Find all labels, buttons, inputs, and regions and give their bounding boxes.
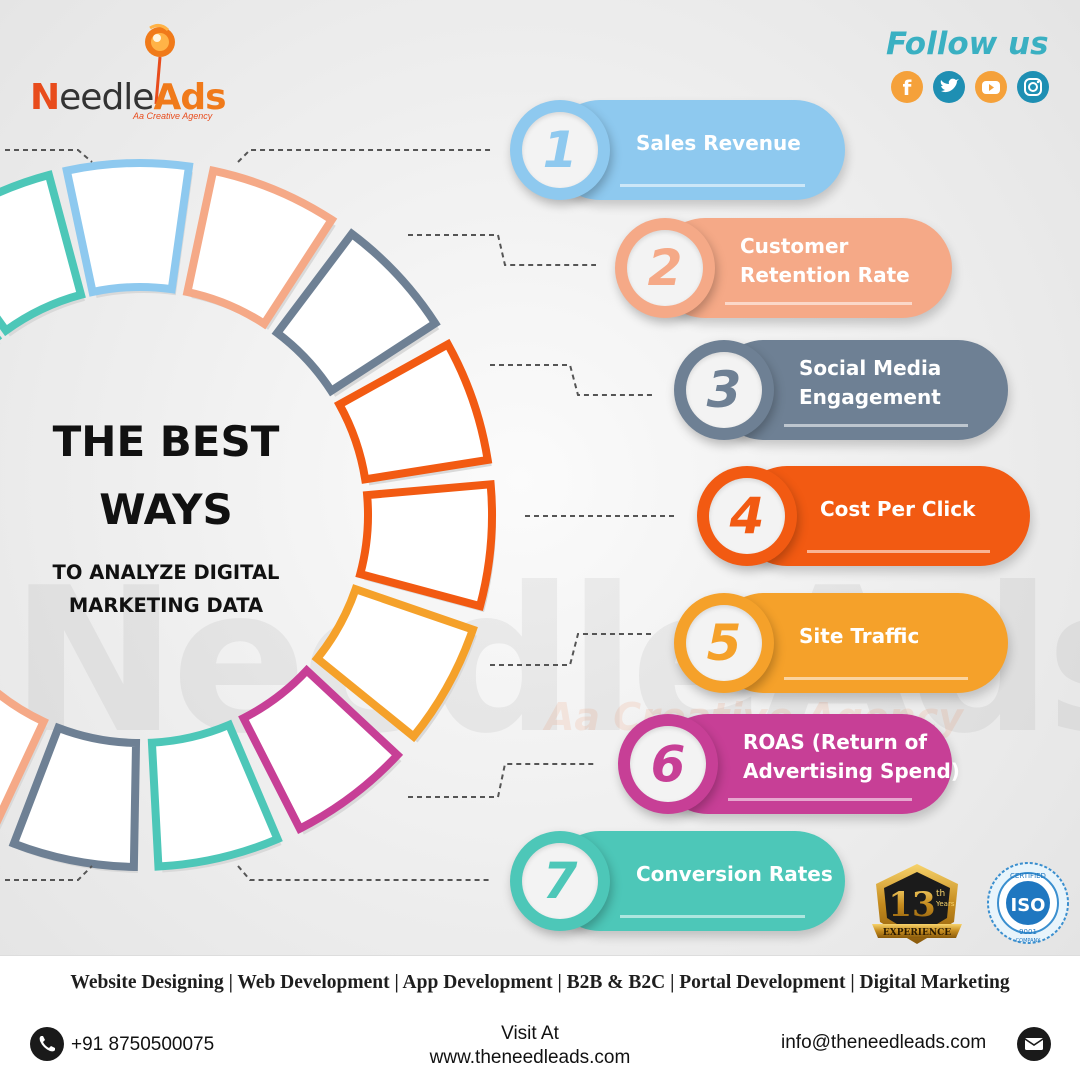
metric-item-2: 2 Customer Retention Rate [615,218,952,318]
metric-item-4: 4 Cost Per Click [697,466,1030,566]
metric-number-circle: 7 [510,831,610,931]
metric-number: 1 [542,121,578,179]
mail-icon[interactable] [1017,1027,1051,1061]
metric-label: Customer Retention Rate [740,232,910,290]
metric-number-circle: 4 [697,466,797,566]
iso-bottom-text: COMPANY [1016,938,1042,944]
metric-label-line-2: Engagement [799,385,941,409]
metric-number: 2 [647,239,683,297]
metric-pill-stripe [725,302,912,305]
metric-pill-stripe [807,550,990,553]
phone-number[interactable]: +91 8750500075 [71,1034,214,1056]
headline-line-1: THE BEST [52,417,280,466]
facebook-icon[interactable]: f [891,71,923,103]
metric-label-line-1: Customer [740,234,849,258]
youtube-icon[interactable] [975,71,1007,103]
metric-pill-stripe [620,184,805,187]
subtitle-line-1: TO ANALYZE DIGITAL [52,561,280,584]
metric-number-circle: 3 [674,340,774,440]
visit-label: Visit At [501,1023,559,1044]
metric-pill-stripe [620,915,805,918]
instagram-icon[interactable] [1017,71,1049,103]
iso-badge: ISO CERTIFIED 9001 COMPANY [987,862,1069,944]
follow-us-label: Follow us [886,26,1049,62]
metric-item-1: 1 Sales Revenue [510,100,845,200]
metric-label: Social Media Engagement [799,354,941,412]
connector-line [237,149,492,163]
metric-number: 4 [729,487,765,545]
visit-block: Visit At www.theneedleads.com [380,1022,680,1070]
metric-label: Cost Per Click [820,495,975,524]
metric-number-circle: 2 [615,218,715,318]
connector-line [490,364,652,396]
subtitle-line-2: MARKETING DATA [68,594,264,617]
experience-badge: 13 th Years EXPERIENCE [872,864,962,944]
headline-line-2: WAYS [99,485,233,534]
logo-tagline: Aa Creative Agency [133,111,213,121]
connector-line [490,633,652,666]
metric-pill-stripe [728,798,912,801]
headline-subtitle: TO ANALYZE DIGITAL MARKETING DATA [30,556,302,622]
metric-item-5: 5 Site Traffic [674,593,1008,693]
metric-number-circle: 5 [674,593,774,693]
metric-label-line-1: Social Media [799,356,942,380]
metric-label: Conversion Rates [636,860,833,889]
metric-number-circle: 1 [510,100,610,200]
metric-label-line-2: Retention Rate [740,263,910,287]
metric-item-6: 6 ROAS (Return of Advertising Spend) [618,714,960,814]
metric-pill-stripe [784,677,968,680]
experience-number: 13 [888,885,935,925]
metric-label-line-1: Conversion Rates [636,862,833,886]
connector-line [408,234,596,266]
connector-line [5,865,93,881]
needleads-logo[interactable]: NeedleAds Aa Creative Agency [30,22,250,122]
twitter-icon[interactable] [933,71,965,103]
metric-number: 5 [706,614,742,672]
experience-years: Years [935,900,955,908]
metric-label-line-1: ROAS (Return of [743,730,928,754]
services-list: Website Designing | Web Development | Ap… [70,972,1010,993]
iso-num-text: 9001 [1019,928,1037,936]
metric-label: ROAS (Return of Advertising Spend) [743,728,960,786]
iso-top-text: CERTIFIED [1010,872,1046,880]
ring-segment [355,479,496,612]
metric-label-line-1: Sales Revenue [636,131,801,155]
metric-number-circle: 6 [618,714,718,814]
metric-number: 6 [650,735,686,793]
iso-text: ISO [1011,895,1046,916]
email-address[interactable]: info@theneedleads.com [781,1032,986,1054]
metric-pill-stripe [784,424,968,427]
metric-number: 3 [706,361,742,419]
metric-label: Sales Revenue [636,129,801,158]
phone-icon[interactable] [30,1027,64,1061]
experience-sup: th [936,889,945,899]
metric-item-7: 7 Conversion Rates [510,831,845,931]
metric-label: Site Traffic [799,622,919,651]
metric-label-line-1: Site Traffic [799,624,920,648]
website-link[interactable]: www.theneedleads.com [380,1046,680,1070]
metric-label-line-2: Advertising Spend) [743,759,960,783]
metric-item-3: 3 Social Media Engagement [674,340,1008,440]
connector-line [5,149,93,163]
services-strip: Website Designing | Web Development | Ap… [0,955,1080,1015]
experience-label: EXPERIENCE [883,928,951,938]
connector-line [237,865,492,881]
svg-text:f: f [903,76,912,100]
connector-line [408,763,596,798]
metric-number: 7 [542,852,578,910]
metric-label-line-1: Cost Per Click [820,497,976,521]
ring-segment [62,159,194,297]
